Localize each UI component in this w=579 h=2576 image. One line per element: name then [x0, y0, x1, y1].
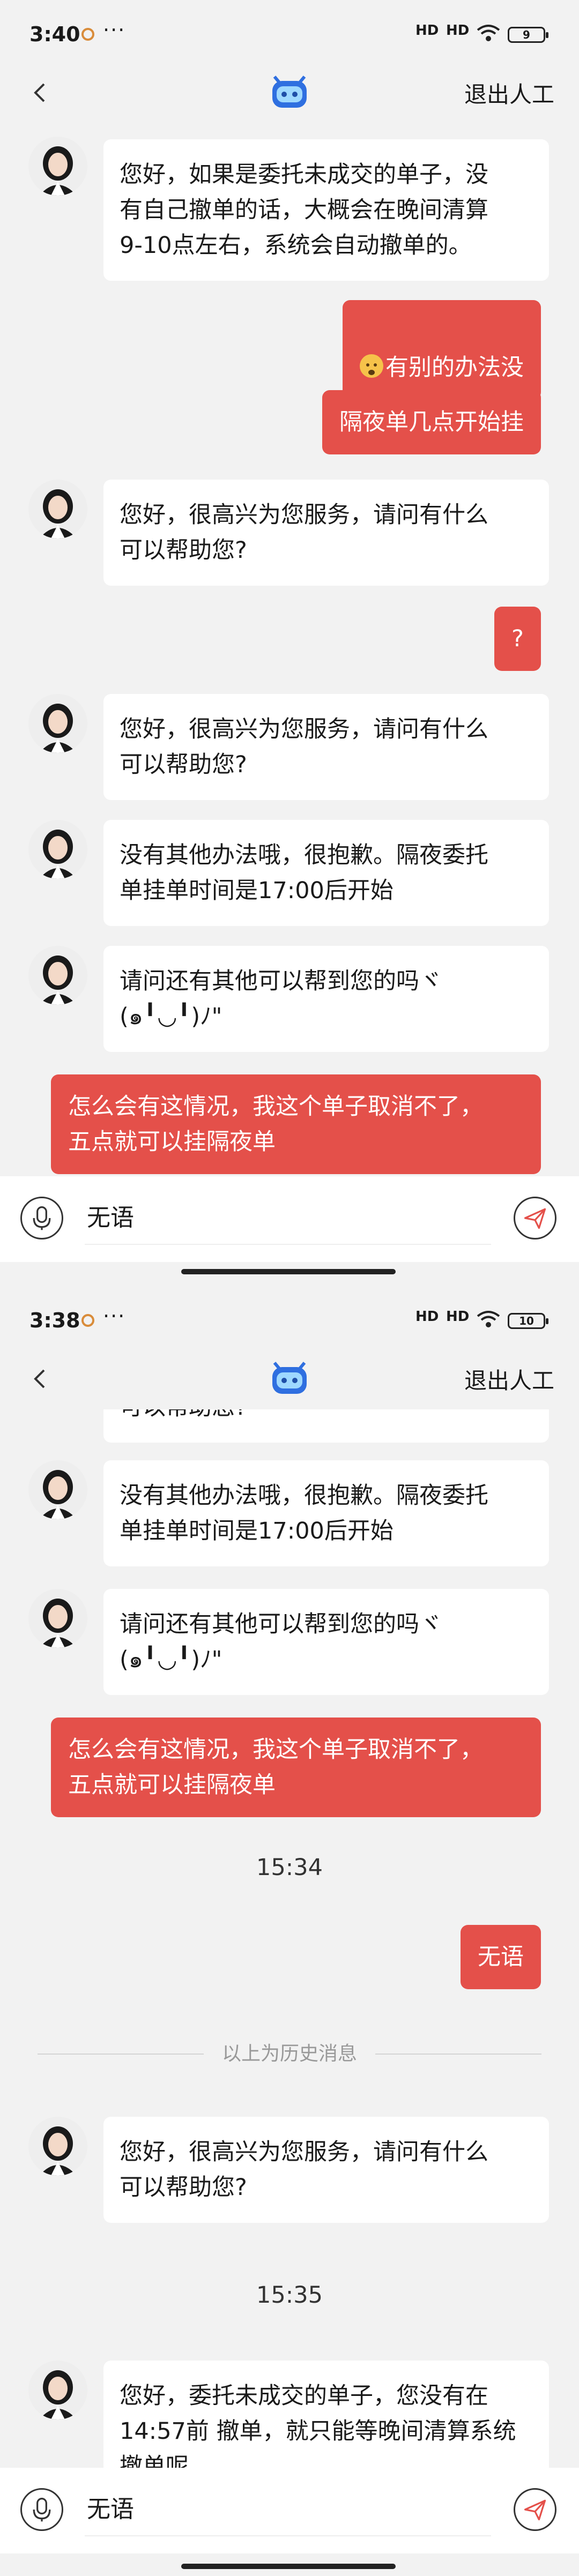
- send-icon[interactable]: [514, 2488, 556, 2531]
- notification-icon: [81, 1314, 94, 1327]
- microphone-icon[interactable]: [20, 1197, 63, 1240]
- agent-message: 您好，很高兴为您服务，请问有什么 可以帮助您?: [103, 480, 549, 586]
- more-notifications-icon: ···: [103, 1304, 126, 1328]
- agent-avatar: [28, 1589, 87, 1648]
- robot-icon: [272, 76, 307, 108]
- battery-icon: 9: [508, 27, 548, 43]
- signal-hd-icon-2: HD: [446, 1309, 470, 1325]
- exit-human-service-button[interactable]: 退出人工: [464, 77, 554, 109]
- timestamp: 15:34: [256, 1854, 323, 1881]
- exit-human-service-button[interactable]: 退出人工: [464, 1363, 554, 1395]
- screenshot-panel-top: 3:40 ··· HD HD 9 退出人工 您好，如果是委托未成交的单子，没 有…: [0, 0, 579, 1286]
- home-indicator[interactable]: [181, 1269, 396, 1274]
- signal-hd-icon: HD: [415, 1309, 439, 1325]
- agent-avatar: [28, 137, 87, 196]
- user-message: 怎么会有这情况，我这个单子取消不了， 五点就可以挂隔夜单: [51, 1718, 541, 1817]
- timestamp: 15:35: [256, 2282, 323, 2309]
- divider-line: [375, 2054, 541, 2055]
- wifi-icon: [477, 25, 500, 41]
- agent-message: 请问还有其他可以帮到您的吗ヾ (๑╹◡╹)ﾉ": [103, 946, 549, 1052]
- more-notifications-icon: ···: [103, 18, 126, 42]
- agent-avatar: [28, 820, 87, 879]
- status-time: 3:40: [29, 23, 80, 46]
- agent-avatar: [28, 480, 87, 539]
- screenshot-panel-bottom: 可以帮助您? 没有其他办法哦，很抱歉。隔夜委托 单挂单时间是17:00后开始 请…: [0, 1286, 579, 2576]
- agent-message: 您好，很高兴为您服务，请问有什么 可以帮助您?: [103, 2117, 549, 2223]
- home-indicator[interactable]: [181, 2564, 396, 2569]
- robot-icon: [272, 1362, 307, 1394]
- signal-hd-icon: HD: [415, 23, 439, 39]
- user-message: 无语: [461, 1925, 541, 1989]
- status-time: 3:38: [29, 1309, 80, 1332]
- agent-avatar: [28, 946, 87, 1005]
- nav-bar: 退出人工: [0, 1348, 579, 1409]
- user-message-text: 有别的办法没: [385, 354, 524, 381]
- agent-avatar: [28, 1460, 87, 1519]
- status-bar: 3:40 ··· HD HD 9: [0, 0, 579, 70]
- user-message: 隔夜单几点开始挂: [322, 390, 541, 454]
- agent-message: 您好，如果是委托未成交的单子，没 有自己撤单的话，大概会在晚间清算 9-10点左…: [103, 139, 549, 281]
- user-message: 有别的办法没: [343, 300, 541, 400]
- message-input[interactable]: 无语: [85, 1192, 491, 1245]
- agent-message: 没有其他办法哦，很抱歉。隔夜委托 单挂单时间是17:00后开始: [103, 820, 549, 926]
- status-bar: 3:38 ··· HD HD 10: [0, 1286, 579, 1356]
- signal-hd-icon-2: HD: [446, 23, 470, 39]
- user-message: 怎么会有这情况，我这个单子取消不了， 五点就可以挂隔夜单: [51, 1074, 541, 1174]
- history-divider: 以上为历史消息: [38, 2041, 541, 2067]
- battery-icon: 10: [508, 1313, 548, 1329]
- user-message: ?: [494, 607, 541, 671]
- message-input[interactable]: 无语: [85, 2484, 491, 2536]
- agent-avatar: [28, 694, 87, 753]
- send-icon[interactable]: [514, 1197, 556, 1240]
- notification-icon: [81, 28, 94, 41]
- nav-bar: 退出人工: [0, 62, 579, 123]
- microphone-icon[interactable]: [20, 2488, 63, 2531]
- agent-message: 请问还有其他可以帮到您的吗ヾ (๑╹◡╹)ﾉ": [103, 1589, 549, 1695]
- input-bar: 无语: [0, 1176, 579, 1262]
- agent-message: 您好，很高兴为您服务，请问有什么 可以帮助您?: [103, 694, 549, 800]
- wifi-icon: [477, 1311, 500, 1327]
- input-bar: 无语: [0, 2468, 579, 2553]
- agent-avatar: [28, 2117, 87, 2176]
- back-arrow-icon[interactable]: [26, 1364, 56, 1394]
- agent-message: 没有其他办法哦，很抱歉。隔夜委托 单挂单时间是17:00后开始: [103, 1460, 549, 1566]
- agent-avatar: [28, 2361, 87, 2420]
- back-arrow-icon[interactable]: [26, 78, 56, 108]
- frowning-face-emoji: [360, 354, 383, 378]
